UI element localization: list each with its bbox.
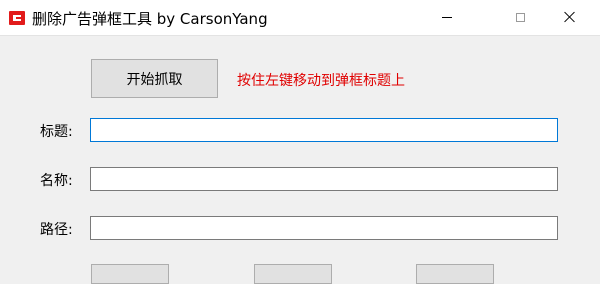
minimize-button[interactable]	[424, 0, 470, 34]
start-capture-button[interactable]: 开始抓取	[91, 59, 218, 98]
instruction-hint: 按住左键移动到弹框标题上	[237, 73, 405, 89]
name-label: 名称:	[40, 173, 73, 189]
name-input[interactable]	[90, 167, 558, 191]
minimize-icon	[442, 16, 452, 18]
close-button[interactable]	[547, 0, 593, 34]
path-input[interactable]	[90, 216, 558, 240]
action-button-3[interactable]	[416, 264, 494, 284]
maximize-button[interactable]	[497, 0, 543, 34]
path-label: 路径:	[40, 222, 73, 238]
title-bar: 删除广告弹框工具 by CarsonYang	[0, 0, 600, 36]
app-logo-icon	[9, 11, 25, 25]
maximize-icon	[515, 12, 525, 22]
action-button-1[interactable]	[91, 264, 169, 284]
action-button-2[interactable]	[254, 264, 332, 284]
title-input[interactable]	[90, 118, 558, 142]
window-title: 删除广告弹框工具 by CarsonYang	[32, 10, 268, 28]
close-icon	[564, 11, 576, 23]
title-label: 标题:	[40, 124, 73, 140]
